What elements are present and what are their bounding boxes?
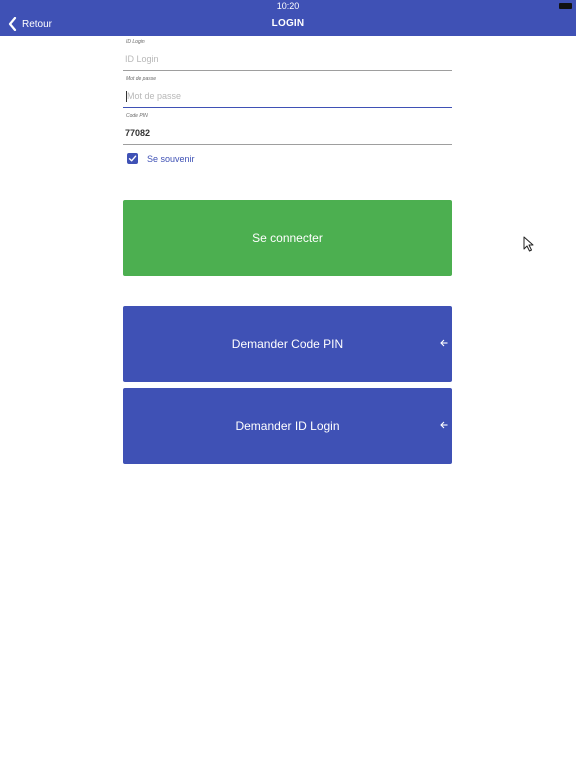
connect-button[interactable]: Se connecter xyxy=(123,200,452,276)
arrow-left-icon xyxy=(440,421,448,429)
page-title: LOGIN xyxy=(271,18,305,29)
mouse-pointer-icon xyxy=(523,236,534,252)
request-login-label: Demander ID Login xyxy=(235,419,340,433)
pin-field: Code PIN xyxy=(123,111,452,145)
password-label: Mot de passe xyxy=(126,76,157,82)
status-time: 10:20 xyxy=(276,1,300,11)
login-id-label: ID Login xyxy=(126,39,145,45)
request-pin-button[interactable]: Demander Code PIN xyxy=(123,306,452,382)
login-id-field: ID Login xyxy=(123,37,452,71)
remember-me-toggle[interactable]: Se souvenir xyxy=(127,153,195,164)
connect-button-label: Se connecter xyxy=(252,231,323,245)
request-login-button[interactable]: Demander ID Login xyxy=(123,388,452,464)
password-field: Mot de passe xyxy=(123,74,452,108)
login-id-input[interactable] xyxy=(125,51,445,67)
arrow-left-icon xyxy=(440,339,448,347)
status-bar: 10:20 xyxy=(0,0,576,12)
request-pin-label: Demander Code PIN xyxy=(231,337,344,351)
check-icon xyxy=(128,155,137,162)
remember-checkbox[interactable] xyxy=(127,153,138,164)
password-input[interactable] xyxy=(127,88,447,104)
nav-bar: Retour LOGIN xyxy=(0,12,576,36)
pin-input[interactable] xyxy=(125,125,445,141)
remember-label: Se souvenir xyxy=(147,153,195,164)
battery-icon xyxy=(559,3,572,9)
pin-label: Code PIN xyxy=(126,113,148,119)
